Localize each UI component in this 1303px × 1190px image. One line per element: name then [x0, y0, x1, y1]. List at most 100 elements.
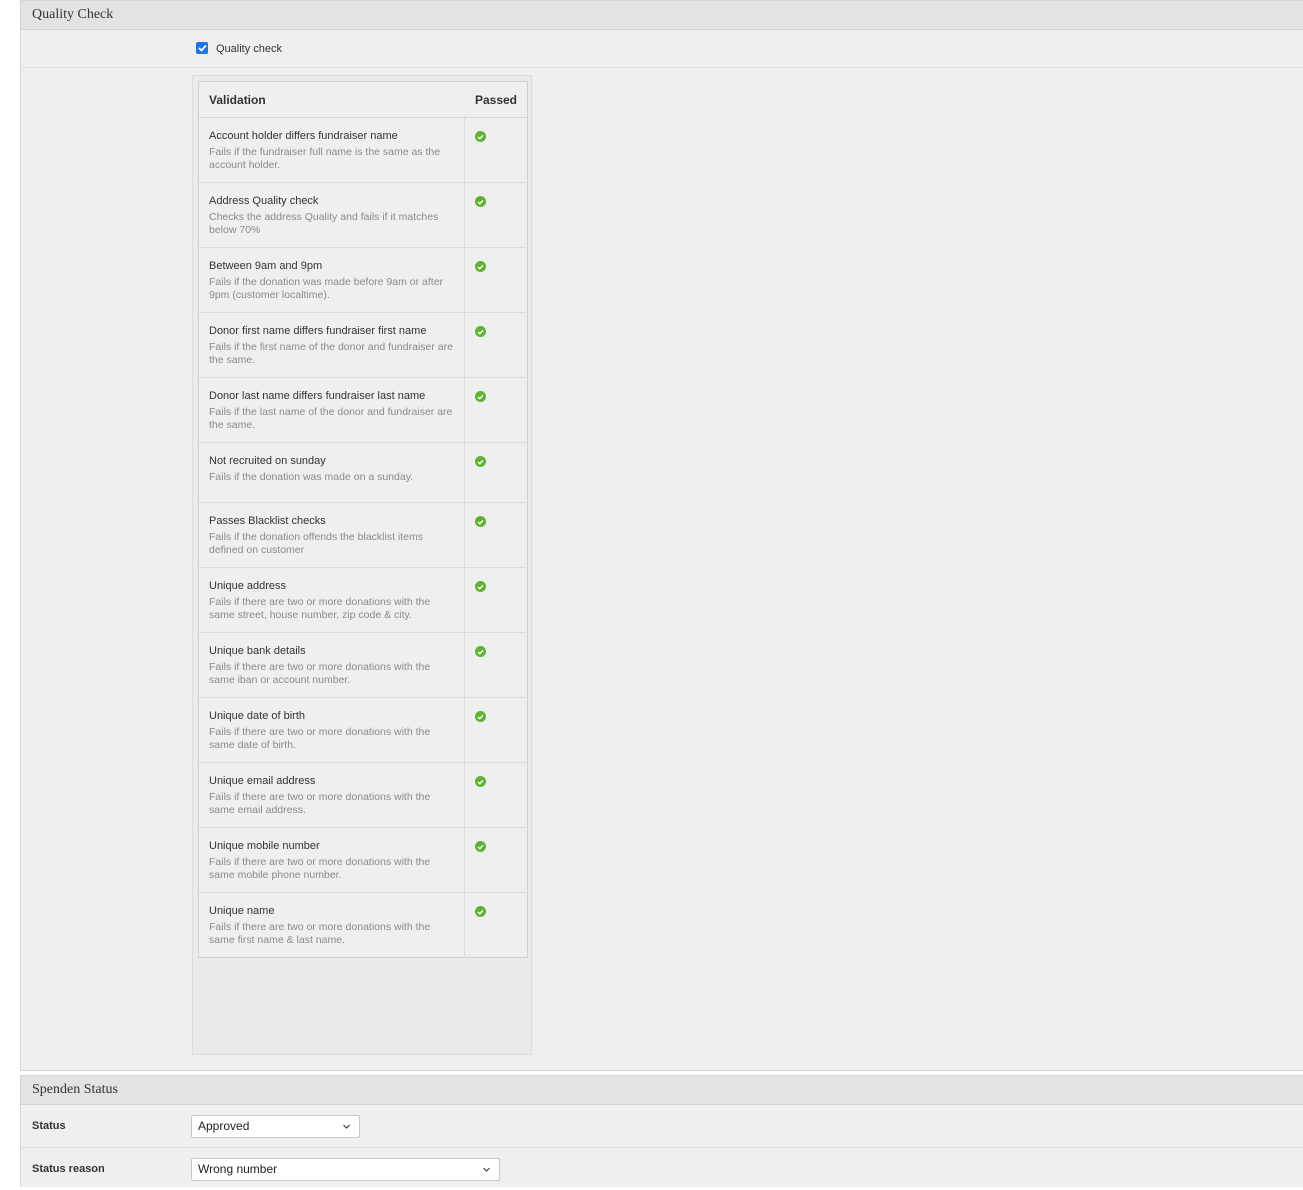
validation-title: Donor first name differs fundraiser firs…: [209, 325, 427, 337]
passed-cell: [464, 247, 528, 313]
validation-title: Address Quality check: [209, 195, 319, 207]
table-row: Unique name Fails if there are two or mor…: [198, 892, 528, 958]
quality-check-row: Quality check: [21, 30, 1303, 68]
validation-title: Unique date of birth: [209, 710, 306, 722]
check-circle-icon: [475, 196, 487, 207]
status-reason-select[interactable]: Wrong number: [191, 1157, 500, 1181]
validation-description: Fails if the first name of the donor and…: [209, 341, 453, 366]
passed-cell: [464, 697, 528, 763]
validation-title: Unique bank details: [209, 645, 306, 657]
validation-cell: Between 9am and 9pm Fails if the donation…: [198, 247, 465, 313]
passed-cell: [464, 377, 528, 443]
table-header-row: Validation Passed: [198, 81, 528, 118]
check-circle-icon: [475, 646, 487, 657]
passed-cell: [464, 117, 528, 183]
table-row: Account holder differs fundraiser name Fa…: [198, 117, 528, 183]
passed-cell: [464, 182, 528, 248]
passed-cell: [464, 632, 528, 698]
check-circle-icon: [475, 456, 487, 467]
table-row: Unique mobile number Fails if there are t…: [198, 827, 528, 893]
validation-cell: Passes Blacklist checks Fails if the dona…: [198, 502, 465, 568]
validation-description: Fails if there are two or more donations…: [209, 921, 431, 946]
status-select-value: Approved: [198, 1119, 250, 1133]
status-label: Status: [32, 1120, 66, 1132]
table-row: Address Quality check Checks the address …: [198, 182, 528, 248]
check-circle-icon: [475, 261, 487, 272]
validation-description: Fails if the fundraiser full name is the…: [209, 146, 441, 171]
table-row: Donor last name differs fundraiser last …: [198, 377, 528, 443]
validation-cell: Unique address Fails if there are two or …: [198, 567, 465, 633]
validation-table-container: Validation Passed Account holder differs…: [192, 75, 532, 1055]
validation-cell: Donor first name differs fundraiser firs…: [198, 312, 465, 378]
table-row: Not recruited on sunday Fails if the dona…: [198, 442, 528, 503]
column-header-passed: Passed: [464, 81, 528, 118]
check-circle-icon: [475, 776, 487, 787]
chevron-down-icon: [343, 1124, 350, 1129]
validation-cell: Unique bank details Fails if there are tw…: [198, 632, 465, 698]
validation-description: Fails if there are two or more donations…: [209, 596, 431, 621]
passed-cell: [464, 892, 528, 958]
check-circle-icon: [475, 906, 487, 917]
validation-description: Fails if there are two or more donations…: [209, 661, 431, 686]
table-row: Unique address Fails if there are two or …: [198, 567, 528, 633]
validation-title: Between 9am and 9pm: [209, 260, 323, 272]
passed-cell: [464, 567, 528, 633]
validation-title: Unique mobile number: [209, 840, 320, 852]
check-circle-icon: [475, 516, 487, 527]
check-circle-icon: [475, 711, 487, 722]
status-row: Status Approved: [21, 1105, 1303, 1148]
panel-title-quality-check: Quality Check: [21, 0, 1303, 30]
validation-title: Account holder differs fundraiser name: [209, 130, 398, 142]
validation-cell: Unique date of birth Fails if there are t…: [198, 697, 465, 763]
validation-cell: Address Quality check Checks the address …: [198, 182, 465, 248]
check-circle-icon: [475, 326, 487, 337]
validation-title: Not recruited on sunday: [209, 455, 326, 467]
validation-cell: Donor last name differs fundraiser last …: [198, 377, 465, 443]
validation-description: Fails if there are two or more donations…: [209, 856, 431, 881]
validation-description: Fails if the donation was made before 9a…: [209, 276, 444, 301]
validation-title: Unique address: [209, 580, 287, 592]
check-circle-icon: [475, 581, 487, 592]
validation-cell: Unique mobile number Fails if there are t…: [198, 827, 465, 893]
quality-check-panel: Quality Check Quality check Validation P…: [20, 0, 1303, 1071]
validation-cell: Account holder differs fundraiser name Fa…: [198, 117, 465, 183]
validation-title: Donor last name differs fundraiser last …: [209, 390, 426, 402]
quality-check-label[interactable]: Quality check: [216, 43, 282, 55]
table-row: Passes Blacklist checks Fails if the dona…: [198, 502, 528, 568]
table-row: Donor first name differs fundraiser firs…: [198, 312, 528, 378]
passed-cell: [464, 312, 528, 378]
status-reason-row: Status reason Wrong number: [21, 1148, 1303, 1190]
validation-cell: Unique email address Fails if there are t…: [198, 762, 465, 828]
status-reason-label: Status reason: [32, 1163, 105, 1175]
validation-description: Fails if there are two or more donations…: [209, 791, 431, 816]
validation-title: Unique name: [209, 905, 275, 917]
passed-cell: [464, 442, 528, 503]
validation-title: Unique email address: [209, 775, 316, 787]
validation-description: Fails if the donation was made on a sund…: [209, 471, 414, 483]
check-circle-icon: [475, 841, 487, 852]
validation-description: Checks the address Quality and fails if …: [209, 211, 439, 236]
donation-status-panel: Spenden Status Status Approved Status re…: [20, 1075, 1303, 1187]
table-row: Between 9am and 9pm Fails if the donation…: [198, 247, 528, 313]
status-reason-select-value: Wrong number: [198, 1162, 278, 1176]
panel-title-donation-status: Spenden Status: [21, 1075, 1303, 1105]
table-row: Unique date of birth Fails if there are t…: [198, 697, 528, 763]
checkmark-icon: [197, 44, 207, 52]
table-row: Unique bank details Fails if there are tw…: [198, 632, 528, 698]
validation-description: Fails if there are two or more donations…: [209, 726, 431, 751]
passed-cell: [464, 502, 528, 568]
passed-cell: [464, 827, 528, 893]
column-header-validation: Validation: [198, 81, 465, 118]
passed-cell: [464, 762, 528, 828]
chevron-down-icon: [483, 1167, 490, 1172]
validation-cell: Not recruited on sunday Fails if the dona…: [198, 442, 465, 503]
validation-description: Fails if the last name of the donor and …: [209, 406, 453, 431]
validation-description: Fails if the donation offends the blackl…: [209, 531, 424, 556]
quality-check-checkbox[interactable]: [196, 41, 208, 54]
check-circle-icon: [475, 391, 487, 402]
validation-table: Validation Passed Account holder differs…: [198, 81, 528, 958]
check-circle-icon: [475, 131, 487, 142]
validation-cell: Unique name Fails if there are two or mor…: [198, 892, 465, 958]
status-select[interactable]: Approved: [191, 1114, 360, 1138]
validation-title: Passes Blacklist checks: [209, 515, 326, 527]
